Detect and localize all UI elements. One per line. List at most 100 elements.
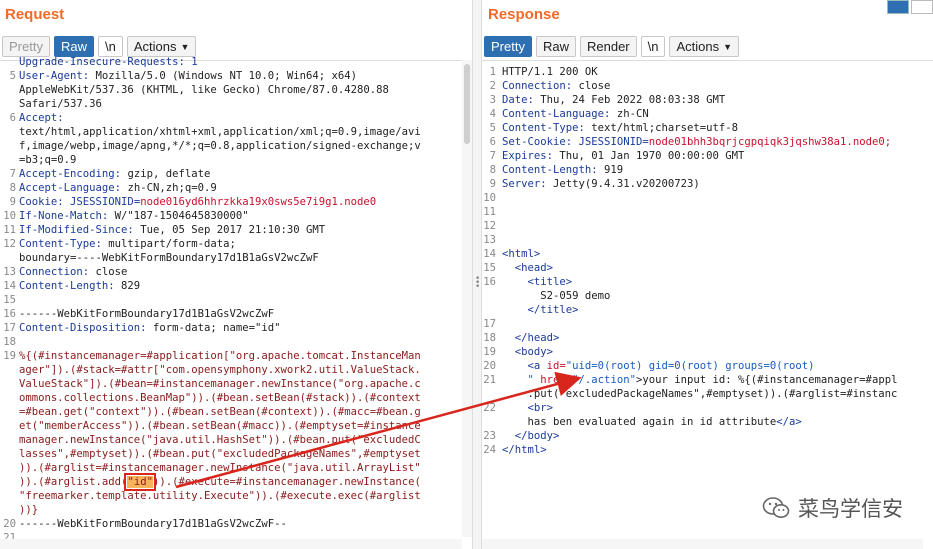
code-line: =#bean.get("context")).(#bean.setBean(#c… bbox=[19, 405, 421, 419]
code-token: </head> bbox=[502, 332, 560, 344]
line-number: 10 bbox=[483, 192, 496, 204]
code-token: Thu, 24 Feb 2022 08:03:38 GMT bbox=[533, 94, 726, 106]
line-number: 12 bbox=[3, 238, 16, 250]
raw-tab[interactable]: Raw bbox=[535, 36, 576, 57]
line-number: 6 bbox=[489, 136, 496, 148]
pretty-tab[interactable]: Pretty bbox=[2, 36, 50, 57]
code-line: Accept: bbox=[19, 111, 64, 125]
code-line: S2-059 demo bbox=[502, 289, 610, 303]
code-token: ))} bbox=[19, 504, 39, 516]
actions-dropdown[interactable]: Actions ▼ bbox=[669, 36, 740, 57]
code-token: Connection: bbox=[502, 80, 573, 92]
code-token: Content-Language: bbox=[502, 108, 611, 120]
code-line: If-None-Match: W/"187-1504645830000" bbox=[19, 209, 249, 223]
code-line: ))} bbox=[19, 503, 38, 517]
code-line: Content-Disposition: form-data; name="id… bbox=[19, 321, 281, 335]
code-line: " href="/.action">your input id: %{(#ins… bbox=[502, 373, 898, 387]
raw-tab[interactable]: Raw bbox=[53, 36, 94, 57]
pane-splitter[interactable]: • • • bbox=[472, 0, 482, 549]
code-token: S2-059 demo bbox=[502, 290, 611, 302]
line-number: 23 bbox=[483, 430, 496, 442]
code-token: <html> bbox=[502, 248, 541, 260]
code-token: AppleWebKit/537.36 (KHTML, like Gecko) C… bbox=[19, 84, 389, 96]
code-line: If-Modified-Since: Tue, 05 Sep 2017 21:1… bbox=[19, 223, 325, 237]
request-editor[interactable]: Upgrade-Insecure-Requests: 1 5 User-Agent:… bbox=[0, 56, 472, 549]
code-line: f,image/webp,image/apng,*/*;q=0.8,applic… bbox=[19, 139, 421, 153]
code-token: node01bhh3bqrjcgpqiqk3jqshw38a1.node0; bbox=[648, 136, 892, 148]
code-token: Server: bbox=[502, 178, 547, 190]
line-number: 4 bbox=[489, 108, 496, 120]
newline-toggle-button[interactable]: \n bbox=[97, 36, 123, 57]
code-line: lasses",#emptyset)).(#bean.put("excluded… bbox=[19, 447, 421, 461]
code-line: et("memberAccess")).(#bean.setBean(#macc… bbox=[19, 419, 421, 433]
code-token: Connection: bbox=[19, 266, 90, 278]
line-number: 5 bbox=[9, 70, 16, 82]
line-number: 15 bbox=[3, 294, 16, 306]
code-token: If-None-Match: bbox=[19, 210, 109, 222]
line-number: 17 bbox=[3, 322, 16, 334]
chevron-down-icon: ▼ bbox=[723, 41, 733, 52]
code-token: close bbox=[572, 80, 611, 92]
code-line: </title> bbox=[502, 303, 579, 317]
code-line: boundary=----WebKitFormBoundary17d1B1aGs… bbox=[19, 251, 319, 265]
line-number: 9 bbox=[9, 196, 16, 208]
actions-label: Actions bbox=[676, 39, 720, 54]
code-line: <title> bbox=[502, 275, 573, 289]
code-token: Jetty(9.4.31.v20200723) bbox=[546, 178, 700, 190]
response-horizontal-scrollbar[interactable] bbox=[482, 539, 923, 549]
pretty-tab[interactable]: Pretty bbox=[484, 36, 532, 57]
code-line: )).(#arglist=#instancemanager.newInstanc… bbox=[19, 461, 421, 475]
code-line: AppleWebKit/537.36 (KHTML, like Gecko) C… bbox=[19, 83, 389, 97]
line-number: 24 bbox=[483, 444, 496, 456]
code-line: Server: Jetty(9.4.31.v20200723) bbox=[502, 177, 700, 191]
code-token: <br> bbox=[502, 402, 554, 414]
code-token: Tue, 05 Sep 2017 21:10:30 GMT bbox=[133, 224, 326, 236]
layout-split-icon[interactable] bbox=[887, 0, 909, 14]
code-token: zh-CN,zh;q=0.9 bbox=[121, 182, 217, 194]
request-vertical-scrollbar[interactable] bbox=[462, 60, 472, 537]
code-token: et("memberAccess")).(#bean.setBean(#macc… bbox=[19, 420, 421, 432]
code-line: </head> bbox=[502, 331, 560, 345]
code-line: ager"]).(#stack=#attr["com.opensymphony.… bbox=[19, 363, 421, 377]
code-token: boundary=----WebKitFormBoundary17d1B1aGs… bbox=[19, 252, 319, 264]
code-token: User-Agent: bbox=[19, 70, 90, 82]
render-tab[interactable]: Render bbox=[579, 36, 637, 57]
code-line: </body> bbox=[502, 429, 560, 443]
request-horizontal-scrollbar[interactable] bbox=[0, 539, 462, 549]
newline-toggle-button[interactable]: \n bbox=[640, 36, 666, 57]
code-line: %{(#instancemanager=#application["org.ap… bbox=[19, 349, 421, 363]
code-token: Date: bbox=[502, 94, 534, 106]
line-number: 7 bbox=[489, 150, 496, 162]
line-number: 19 bbox=[3, 350, 16, 362]
code-token: Accept-Encoding: bbox=[19, 168, 122, 180]
line-number: 22 bbox=[483, 402, 496, 414]
code-token: form-data; name="id" bbox=[146, 322, 281, 334]
code-token: Expires: bbox=[502, 150, 554, 162]
code-token: Upgrade-Insecure-Requests: 1 bbox=[19, 56, 198, 68]
actions-dropdown[interactable]: Actions ▼ bbox=[126, 36, 197, 57]
code-line: "freemarker.template.utility.Execute")).… bbox=[19, 489, 421, 503]
code-token: Content-Type: bbox=[502, 122, 585, 134]
line-number: 9 bbox=[489, 178, 496, 190]
code-token: <body> bbox=[502, 346, 554, 358]
watermark: 菜鸟学信安 bbox=[762, 493, 903, 523]
code-line: <head> bbox=[502, 261, 553, 275]
response-pane: Response Pretty Raw Render \n Actions ▼ … bbox=[482, 0, 933, 549]
wechat-icon bbox=[762, 497, 790, 518]
response-editor[interactable]: 1 HTTP/1.1 200 OK 2 Connection: close 3 Date:… bbox=[482, 60, 933, 549]
code-token: close bbox=[89, 266, 128, 278]
code-line: Content-Type: text/html;charset=utf-8 bbox=[502, 121, 738, 135]
code-token: =b3;q=0.9 bbox=[19, 154, 77, 166]
line-number: 3 bbox=[489, 94, 496, 106]
line-number: 11 bbox=[3, 224, 16, 236]
code-line: </html> bbox=[502, 443, 547, 457]
line-number: 18 bbox=[483, 332, 496, 344]
code-token: Content-Length: bbox=[19, 280, 115, 292]
code-token: =#bean.get("context")).(#bean.setBean(#c… bbox=[19, 406, 421, 418]
code-line: .put("excludedPackageNames",#emptyset)).… bbox=[502, 387, 898, 401]
code-token: "freemarker.template.utility.Execute")).… bbox=[19, 490, 421, 502]
line-number: 11 bbox=[483, 206, 496, 218]
layout-stack-icon[interactable] bbox=[911, 0, 933, 14]
line-number: 19 bbox=[483, 346, 496, 358]
code-line: )).(#arglist.add("id")).(#execute=#insta… bbox=[19, 473, 421, 491]
